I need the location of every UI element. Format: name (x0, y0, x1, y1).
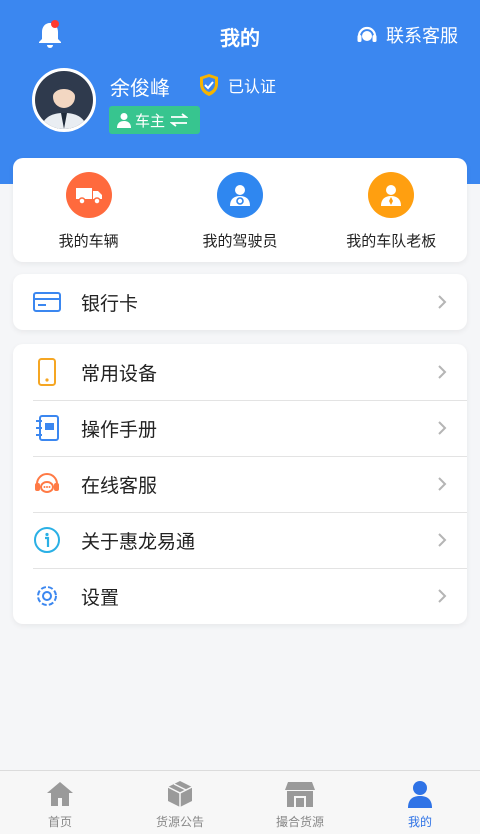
menu-item-online-service[interactable]: 在线客服 (13, 456, 467, 512)
person-icon (117, 113, 131, 128)
menu-item-settings[interactable]: 设置 (13, 568, 467, 624)
profile-header: 我的 联系客服 余俊峰 已认证 车主 (0, 0, 480, 184)
tab-mine[interactable]: 我的 (360, 771, 480, 834)
boss-icon (368, 172, 415, 218)
package-icon (167, 781, 193, 807)
swap-icon (170, 113, 189, 127)
username: 余俊峰 (110, 76, 170, 100)
verified-label: 已认证 (228, 77, 277, 96)
quick-actions-card: 我的车辆 我的驾驶员 我的车队老板 (13, 158, 467, 262)
menu-item-label: 常用设备 (81, 362, 158, 385)
tab-label: 我的 (407, 815, 432, 829)
store-icon (285, 782, 315, 807)
bank-card-section: 银行卡 (13, 274, 467, 330)
menu-item-label: 操作手册 (81, 418, 158, 441)
chevron-right-icon (438, 365, 447, 379)
info-icon (33, 526, 61, 554)
quick-action-drivers[interactable]: 我的驾驶员 (165, 158, 315, 262)
driver-icon (216, 172, 263, 218)
tab-label: 首页 (47, 815, 72, 829)
menu-item-devices[interactable]: 常用设备 (13, 344, 467, 400)
contact-service-label: 联系客服 (386, 26, 458, 47)
menu-item-label: 设置 (81, 586, 120, 609)
quick-action-label: 我的车辆 (58, 232, 119, 250)
verified-status: 已认证 (198, 73, 276, 97)
user-icon (408, 781, 432, 808)
menu-item-about[interactable]: 关于惠龙易通 (13, 512, 467, 568)
tab-label: 撮合货源 (275, 815, 324, 829)
role-label: 车主 (135, 111, 166, 130)
menu-item-bank-card[interactable]: 银行卡 (13, 274, 467, 330)
quick-action-fleet-boss[interactable]: 我的车队老板 (316, 158, 466, 262)
tab-cargo-notices[interactable]: 货源公告 (120, 771, 240, 834)
tab-home[interactable]: 首页 (0, 771, 120, 834)
chevron-right-icon (438, 295, 447, 309)
chevron-right-icon (438, 533, 447, 547)
home-icon (47, 782, 73, 806)
chevron-right-icon (438, 421, 447, 435)
quick-action-vehicles[interactable]: 我的车辆 (14, 158, 164, 262)
contact-service-button[interactable]: 联系客服 (356, 22, 458, 48)
quick-action-label: 我的驾驶员 (202, 232, 278, 250)
gear-icon (33, 582, 61, 610)
menu-item-label: 银行卡 (81, 292, 139, 315)
online-service-icon (33, 470, 61, 498)
menu-item-label: 在线客服 (81, 474, 158, 497)
menu-item-manual[interactable]: 操作手册 (13, 400, 467, 456)
bank-card-icon (33, 288, 61, 316)
truck-icon (65, 172, 112, 218)
bottom-tab-bar: 首页 货源公告 撮合货源 我的 (0, 770, 480, 834)
tab-label: 货源公告 (155, 815, 204, 829)
quick-action-label: 我的车队老板 (346, 232, 437, 250)
shield-check-icon (200, 74, 218, 96)
role-switch-badge[interactable]: 车主 (109, 106, 201, 134)
avatar-image (35, 71, 93, 129)
avatar[interactable] (32, 68, 96, 132)
headset-icon (357, 26, 377, 42)
chevron-right-icon (438, 589, 447, 603)
manual-icon (33, 414, 61, 442)
phone-device-icon (33, 358, 61, 386)
tab-matched-cargo[interactable]: 撮合货源 (240, 771, 360, 834)
menu-list: 常用设备 操作手册 在线客服 关于惠龙易通 设置 (13, 344, 467, 624)
chevron-right-icon (438, 477, 447, 491)
menu-item-label: 关于惠龙易通 (81, 530, 196, 553)
